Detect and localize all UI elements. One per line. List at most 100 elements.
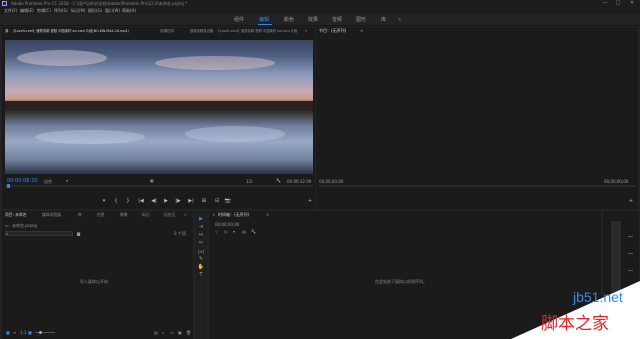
premiere-app-icon [2, 1, 7, 6]
lock-icon[interactable]: ■ [6, 330, 10, 335]
close-button[interactable]: ✕ [627, 0, 637, 7]
zoom-slider-handle[interactable] [39, 331, 42, 334]
source-transport-controls: ▾ { } |◀ ◀| ▶ |▶ ▶| ⊞ ⊟ 📷 [100, 198, 240, 206]
horizon-band [5, 101, 313, 111]
menu-clip[interactable]: 剪辑(C) [37, 7, 51, 14]
source-scrubber[interactable] [5, 185, 313, 187]
meter-tick [628, 270, 633, 271]
tab-history[interactable]: 历史记 [164, 211, 175, 219]
menu-graphics[interactable]: 图形(G) [88, 7, 102, 14]
project-file-name: 未命名.prproj [12, 223, 38, 228]
add-marker-icon[interactable]: ▾ [233, 229, 235, 234]
workspace-audio[interactable]: 音频 [332, 14, 342, 26]
tab-timeline[interactable]: 时间轴：(无序列) [218, 211, 249, 219]
workspace-libraries[interactable]: 库 [381, 14, 386, 26]
go-to-in-icon[interactable]: |◀ [136, 198, 146, 205]
panel-more-button[interactable]: » [305, 27, 307, 35]
workspace-effects[interactable]: 效果 [308, 14, 318, 26]
tab-project[interactable]: 项目: 未命名 [5, 211, 26, 219]
add-button-icon[interactable]: + [306, 198, 314, 205]
step-back-icon[interactable]: ◀| [149, 198, 159, 205]
program-scrubber[interactable] [319, 185, 635, 187]
tab-info[interactable]: 信息 [97, 211, 105, 219]
snap-icon[interactable]: ⊹ [215, 229, 218, 234]
video-preview [5, 40, 313, 174]
icon-view-icon[interactable]: ■ [28, 330, 32, 335]
automate-icon[interactable]: ▤ [154, 330, 158, 335]
new-bin-button-icon[interactable]: ▭ [170, 330, 174, 335]
zoom-slider[interactable] [35, 332, 55, 333]
program-timecode-left[interactable]: 00;00;00;00 [319, 179, 343, 184]
slip-tool-icon[interactable]: |↔| [195, 248, 207, 255]
insert-icon[interactable]: ⊞ [199, 198, 209, 205]
folder-icon: ▭ [5, 223, 9, 228]
close-icon[interactable]: × [212, 211, 215, 219]
ripple-edit-tool-icon[interactable]: ↔ [195, 232, 207, 239]
panel-menu-icon[interactable]: ≡ [360, 27, 363, 35]
menu-bar: 文件(F) 编辑(E) 剪辑(C) 序列(S) 标记(M) 图形(G) 窗口(W… [0, 7, 640, 14]
mark-out-icon[interactable]: } [124, 198, 132, 205]
watermark-domain: jb51.net [573, 289, 623, 305]
playhead-marker[interactable] [7, 184, 10, 188]
meter-tick [628, 253, 633, 254]
mark-in-icon[interactable]: { [112, 198, 120, 205]
play-icon[interactable]: ▶ [162, 198, 170, 205]
workspace-color[interactable]: 颜色 [284, 14, 294, 26]
watermark-site-name: 脚本之家 [541, 314, 609, 333]
settings-icon[interactable]: ▣ [150, 178, 154, 183]
type-tool-icon[interactable]: T [195, 272, 207, 279]
camera-icon[interactable]: 📷 [224, 198, 232, 205]
search-input[interactable] [5, 231, 73, 236]
linked-selection-icon[interactable]: ◎ [224, 229, 228, 234]
menu-marker[interactable]: 标记(M) [71, 7, 86, 14]
menu-file[interactable]: 文件(F) [4, 7, 17, 14]
tab-audio-clip-mixer[interactable]: 音频剪辑混合器：【Lovelt.com】速秀剪辑 视频 中国素材 ws.com … [190, 27, 297, 35]
panel-menu-icon[interactable]: ≡ [266, 211, 269, 219]
workspace-assembly[interactable]: 组件 [234, 14, 244, 26]
razor-tool-icon[interactable]: ✂ [195, 240, 207, 247]
wrench-icon[interactable]: 🔧 [251, 229, 256, 234]
tab-effect-controls[interactable]: 效果控件 [160, 27, 174, 35]
tab-libraries[interactable]: 库 [78, 211, 82, 219]
track-select-tool-icon[interactable]: ⇥ [195, 224, 207, 231]
marker-icon[interactable]: ▾ [100, 198, 108, 205]
reflection-shape [185, 126, 285, 142]
workspace-more[interactable]: » [398, 14, 401, 26]
timeline-timecode[interactable]: 00;00;00;00 [215, 222, 239, 227]
step-forward-icon[interactable]: |▶ [173, 198, 183, 205]
minimize-button[interactable]: — [600, 0, 610, 7]
tab-program[interactable]: 节目：(无序列) [319, 27, 346, 35]
workspace-bar: 组件 编辑 颜色 效果 音频 图形 库 » [0, 14, 640, 26]
timeline-settings-icon[interactable]: ▤ [242, 229, 246, 234]
tab-source[interactable]: 源：【Lovelt.com】速秀剪辑 视频 中国素材 ws.com 片段(NO.… [5, 27, 129, 35]
selection-tool-icon[interactable]: ▶ [195, 216, 207, 223]
go-to-out-icon[interactable]: ▶| [186, 198, 196, 205]
menu-sequence[interactable]: 序列(S) [54, 7, 68, 14]
trash-icon[interactable]: 🗑 [186, 330, 191, 335]
project-panel: 项目: 未命名 媒体浏览器 库 信息 效果 标记 历史记 » ▭ 未命名.prp… [2, 211, 193, 339]
menu-help[interactable]: 帮助(H) [122, 7, 136, 14]
overwrite-icon[interactable]: ⊟ [212, 198, 222, 205]
page-indicator[interactable]: 1/2 [246, 179, 252, 184]
list-view-icon[interactable]: ≡ [13, 330, 16, 335]
cloud-shape [155, 56, 275, 70]
pen-tool-icon[interactable]: ✎ [195, 256, 207, 263]
wrench-icon[interactable]: 🔧 [276, 178, 281, 183]
menu-window[interactable]: 窗口(W) [105, 7, 120, 14]
find-icon[interactable]: ⌕ [162, 330, 164, 335]
add-button-icon[interactable]: + [627, 198, 635, 205]
hand-tool-icon[interactable]: ✋ [195, 264, 207, 271]
new-item-icon[interactable]: ▣ [178, 330, 182, 335]
footer-zoom[interactable]: 1:1 [20, 330, 26, 335]
menu-edit[interactable]: 编辑(E) [20, 7, 34, 14]
tab-effects[interactable]: 效果 [120, 211, 128, 219]
workspace-graphics[interactable]: 图形 [356, 14, 366, 26]
drop-media-hint: 在此处放下媒体以创建序列。 [375, 279, 427, 284]
panel-more-button[interactable]: » [184, 211, 186, 219]
tab-markers[interactable]: 标记 [142, 211, 150, 219]
tab-media-browser[interactable]: 媒体浏览器 [42, 211, 61, 219]
new-bin-icon[interactable]: ▆ [77, 231, 80, 236]
chevron-down-icon[interactable]: ▾ [66, 178, 68, 183]
maximize-button[interactable]: □ [613, 0, 623, 7]
source-timecode-in[interactable]: 00:00:08:20 [7, 178, 38, 184]
